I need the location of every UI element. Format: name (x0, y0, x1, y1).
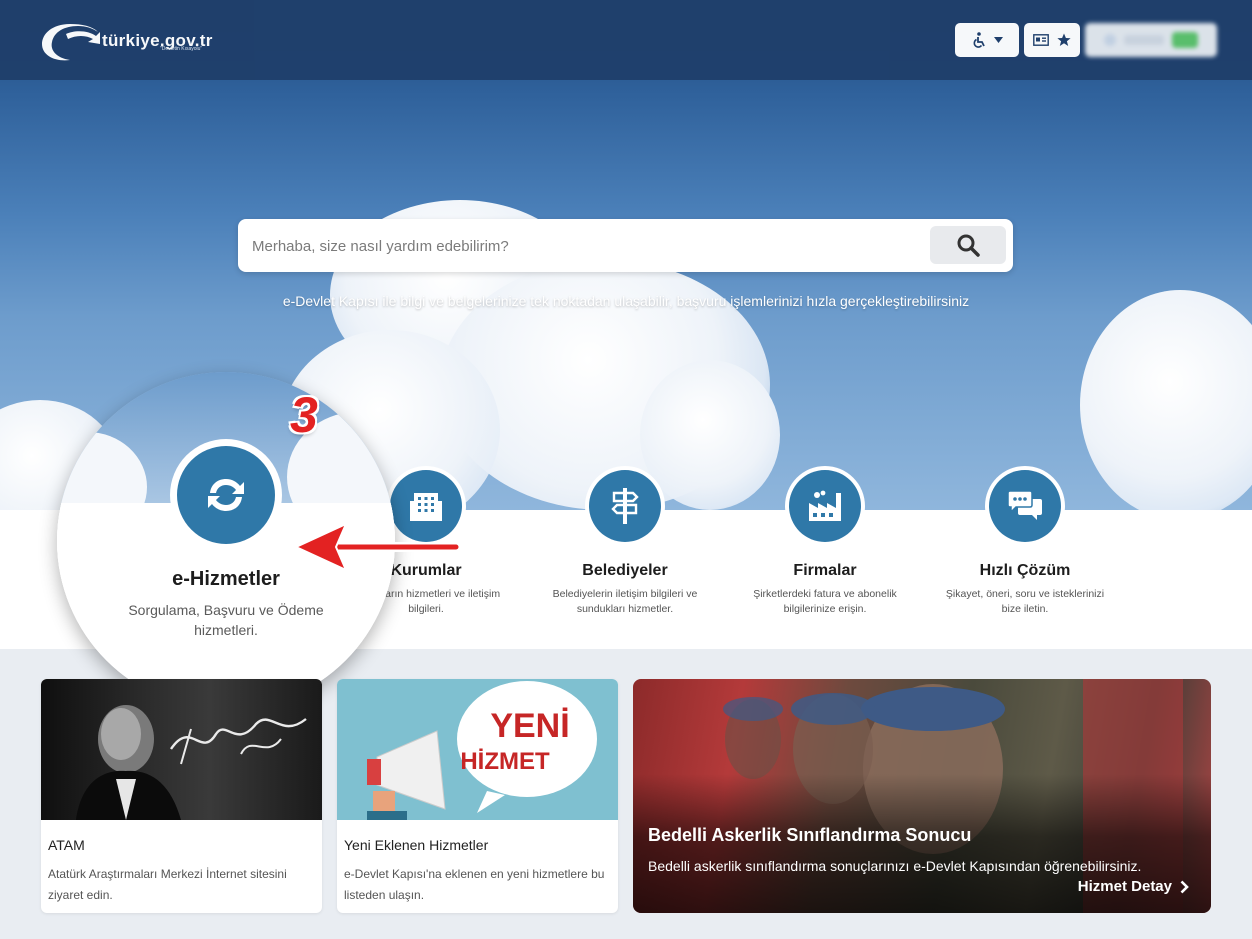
id-card-icon (1033, 34, 1049, 46)
atam-card[interactable]: ATAM Atatürk Araştırmaları Merkezi İnter… (41, 679, 322, 913)
atam-image (41, 679, 322, 820)
arrow-left-annotation-icon (293, 521, 460, 573)
atam-card-desc: Atatürk Araştırmaları Merkezi İnternet s… (48, 867, 287, 902)
featured-desc: Bedelli askerlik sınıflandırma sonuçları… (648, 858, 1142, 874)
category-firmalar-desc: Şirketlerdeki fatura ve abonelik bilgile… (753, 588, 897, 615)
category-hizli-cozum-desc: Şikayet, öneri, soru ve isteklerinizi bi… (945, 588, 1105, 615)
new-services-card-title[interactable]: Yeni Eklenen Hizmetler (344, 837, 488, 853)
category-hizli-cozum-title[interactable]: Hızlı Çözüm (925, 562, 1125, 580)
search-button[interactable] (930, 226, 1006, 264)
yeni-text: YENİ (490, 707, 569, 745)
logo-tagline: "Devletin Kısayolu" (160, 46, 203, 52)
login-badge (1172, 32, 1198, 48)
category-firmalar-icon-wrap[interactable] (785, 466, 865, 546)
login-button[interactable] (1085, 23, 1217, 57)
category-firmalar-title[interactable]: Firmalar (725, 562, 925, 580)
new-services-card-desc: e-Devlet Kapısı'na eklenen en yeni hizme… (344, 867, 605, 902)
wheelchair-icon (973, 32, 985, 48)
signpost-icon (611, 488, 639, 524)
new-services-card[interactable]: YENİ HİZMET Yeni Eklenen Hizmetler e-Dev… (337, 679, 618, 913)
top-navbar: türkiye.gov.tr "Devletin Kısayolu" (0, 0, 1252, 80)
atam-card-title[interactable]: ATAM (48, 837, 85, 853)
category-e-hizmetler-desc: Sorgulama, Başvuru ve Ödeme hizmetleri. (128, 602, 324, 638)
megaphone-image: YENİ HİZMET (367, 681, 597, 820)
chat-icon (1007, 490, 1042, 520)
accessibility-button[interactable] (955, 23, 1019, 57)
chevron-right-icon (1180, 880, 1189, 893)
search-input[interactable] (252, 229, 932, 263)
login-label (1124, 35, 1164, 45)
user-icon (1104, 34, 1116, 46)
category-hizli-cozum-icon-wrap[interactable] (985, 466, 1065, 546)
step-number-annotation: 3 (290, 387, 318, 443)
caret-down-icon (993, 37, 1003, 43)
building-icon (410, 493, 442, 521)
star-icon (1057, 33, 1071, 46)
cloud (640, 360, 780, 510)
category-belediyeler-title[interactable]: Belediyeler (525, 562, 725, 580)
category-e-hizmetler-icon-wrap[interactable] (170, 439, 282, 551)
service-detail-label: Hizmet Detay (1077, 878, 1172, 895)
featured-card[interactable]: Bedelli Askerlik Sınıflandırma Sonucu Be… (633, 679, 1211, 913)
new-services-image: YENİ HİZMET (337, 679, 618, 820)
hizmet-text: HİZMET (460, 748, 550, 775)
featured-title[interactable]: Bedelli Askerlik Sınıflandırma Sonucu (648, 825, 971, 846)
favorites-button[interactable] (1024, 23, 1080, 57)
factory-icon (809, 490, 841, 521)
portrait-image (76, 705, 307, 820)
search-icon (957, 234, 980, 257)
refresh-icon (208, 479, 244, 511)
category-belediyeler-desc: Belediyelerin iletişim bilgileri ve sund… (552, 588, 698, 615)
category-belediyeler-icon-wrap[interactable] (585, 466, 665, 546)
service-detail-link[interactable]: Hizmet Detay (1078, 878, 1189, 895)
cloud (1080, 290, 1252, 510)
search-box (238, 219, 1013, 272)
hero-tagline: e-Devlet Kapısı ile bilgi ve belgelerini… (282, 293, 970, 309)
